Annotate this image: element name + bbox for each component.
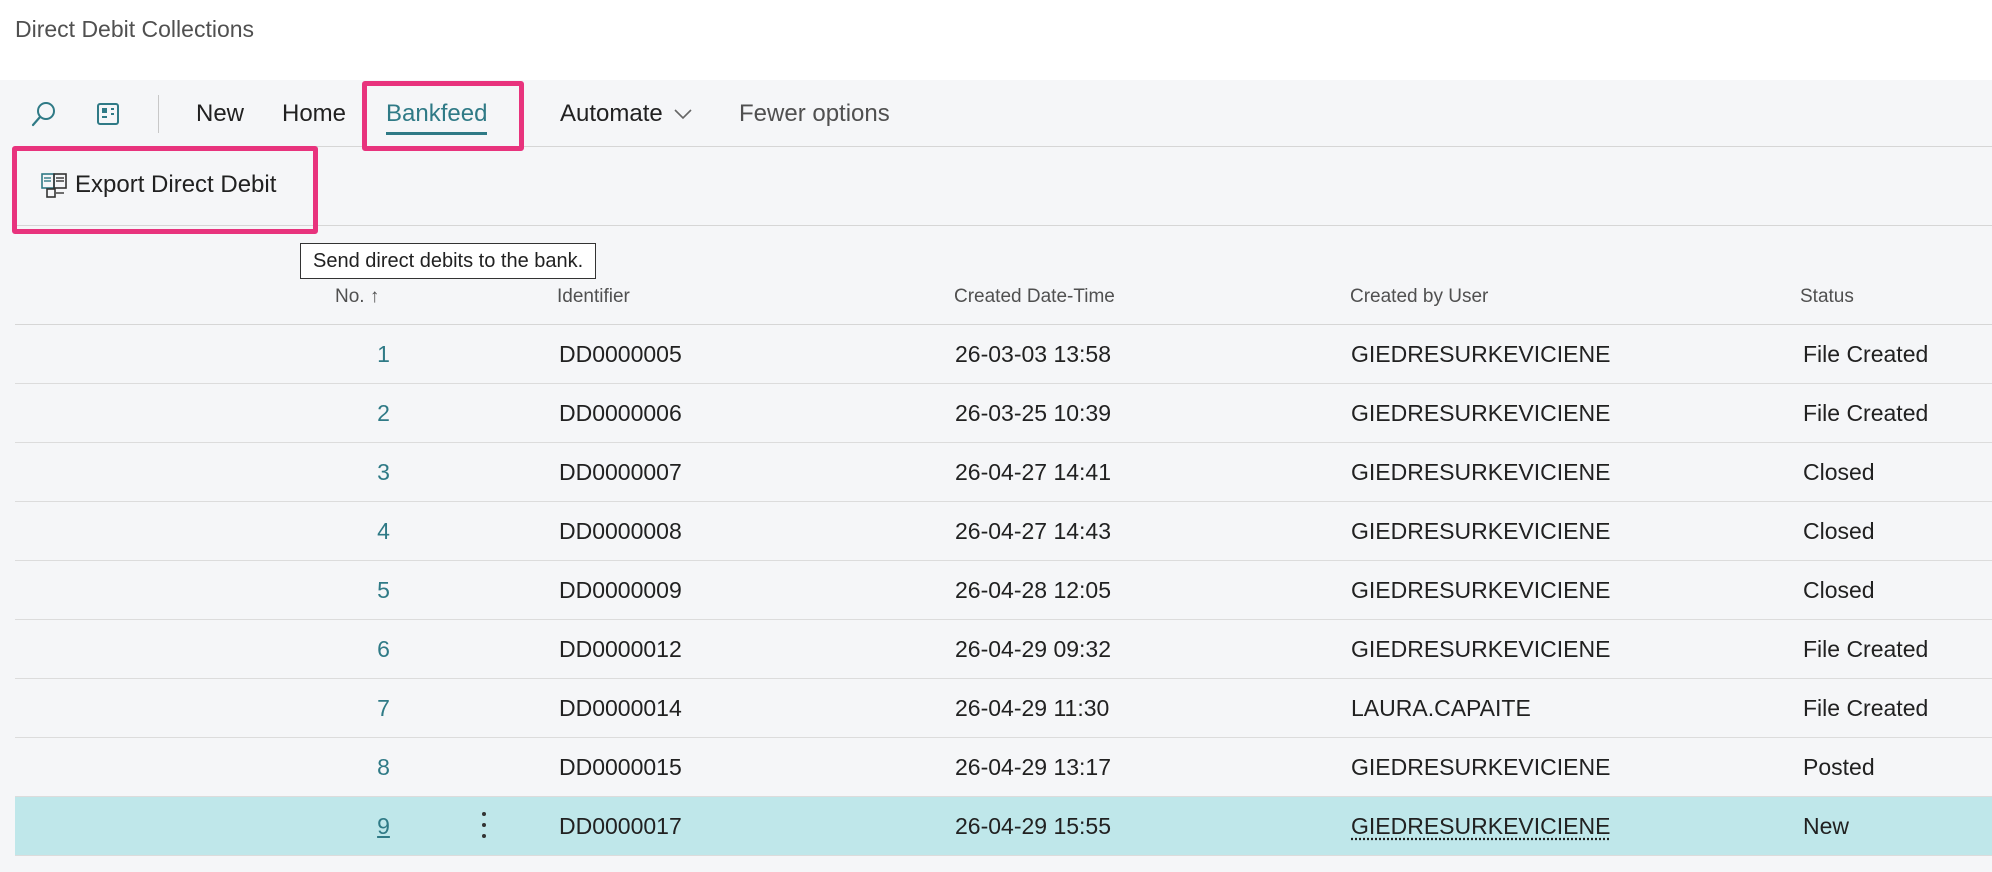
search-icon[interactable] (29, 99, 59, 129)
view-toggle-icon[interactable] (93, 99, 123, 129)
row-identifier: DD0000006 (559, 400, 682, 426)
table-header: No. ↑ Identifier Created Date-Time Creat… (15, 278, 1992, 325)
row-created-date-time: 26-04-29 11:30 (955, 695, 1110, 721)
action-automate[interactable]: Automate (560, 100, 693, 128)
row-identifier: DD0000012 (559, 636, 682, 662)
table-row[interactable]: 5 DD0000009 26-04-28 12:05 GIEDRESURKEVICIE… (15, 561, 1992, 620)
row-created-date-time: 26-04-28 12:05 (955, 577, 1112, 603)
table-row[interactable]: 9 DD0000017 26-04-29 15:55 GIEDRESURKEVICIE… (15, 797, 1992, 856)
row-status: File Created (1803, 695, 1929, 721)
row-number-link[interactable]: 2 (361, 400, 406, 427)
table-row[interactable]: 3 DD0000007 26-04-27 14:41 GIEDRESURKEVICIE… (15, 443, 1992, 502)
action-automate-label: Automate (560, 100, 663, 127)
row-status: File Created (1803, 400, 1929, 426)
row-created-by-user: GIEDRESURKEVICIENE (1351, 400, 1611, 426)
table-row[interactable]: 7 DD0000014 26-04-29 11:30 LAURA.CAPAITE Fil… (15, 679, 1992, 738)
action-bar: New Home Bankfeed Automate Fewer options (15, 80, 1992, 147)
row-number-link[interactable]: 6 (361, 636, 406, 663)
row-created-date-time: 26-04-27 14:43 (955, 518, 1112, 544)
page-title: Direct Debit Collections (15, 16, 255, 42)
row-created-date-time: 26-04-29 15:55 (955, 813, 1112, 839)
table-body: 1 DD0000005 26-03-03 13:58 GIEDRESURKEVICIE… (15, 325, 1992, 856)
row-created-date-time: 26-03-03 13:58 (955, 341, 1112, 367)
column-header-created-by-user[interactable]: Created by User (1350, 286, 1488, 308)
row-created-date-time: 26-04-27 14:41 (955, 459, 1112, 485)
row-number-link[interactable]: 5 (361, 577, 406, 604)
chevron-down-icon (673, 108, 693, 120)
row-status: Closed (1803, 577, 1875, 603)
row-created-by-user: LAURA.CAPAITE (1351, 695, 1531, 721)
export-direct-debit-label: Export Direct Debit (75, 171, 277, 198)
table-row[interactable]: 8 DD0000015 26-04-29 13:17 GIEDRESURKEVICIE… (15, 738, 1992, 797)
table-row[interactable]: 6 DD0000012 26-04-29 09:32 GIEDRESURKEVICIE… (15, 620, 1992, 679)
active-tab-underline (386, 132, 488, 135)
row-number-link[interactable]: 7 (361, 695, 406, 722)
row-identifier: DD0000005 (559, 341, 682, 367)
row-created-by-user: GIEDRESURKEVICIENE (1351, 518, 1611, 544)
row-created-date-time: 26-03-25 10:39 (955, 400, 1112, 426)
export-direct-debit-button[interactable]: Export Direct Debit (39, 167, 276, 203)
row-status: Closed (1803, 518, 1875, 544)
action-new[interactable]: New (196, 100, 244, 128)
row-status: File Created (1803, 341, 1929, 367)
row-identifier: DD0000014 (559, 695, 682, 721)
column-header-no[interactable]: No. ↑ (335, 286, 379, 308)
row-created-by-user: GIEDRESURKEVICIENE (1351, 341, 1611, 367)
action-fewer-options[interactable]: Fewer options (739, 100, 890, 128)
toolbar-divider (158, 95, 159, 133)
action-home[interactable]: Home (282, 100, 346, 128)
row-number-link[interactable]: 9 (361, 813, 406, 840)
row-number-link[interactable]: 3 (361, 459, 406, 486)
row-created-by-user: GIEDRESURKEVICIENE (1351, 754, 1611, 780)
row-status: New (1803, 813, 1850, 839)
table-row[interactable]: 1 DD0000005 26-03-03 13:58 GIEDRESURKEVICIE… (15, 325, 1992, 384)
column-header-identifier[interactable]: Identifier (557, 286, 630, 308)
row-status: Closed (1803, 459, 1875, 485)
row-created-by-user: GIEDRESURKEVICIENE (1351, 636, 1611, 662)
tab-bankfeed[interactable]: Bankfeed (386, 100, 488, 135)
row-created-date-time: 26-04-29 09:32 (955, 636, 1112, 662)
export-document-icon (39, 170, 75, 200)
row-number-link[interactable]: 1 (361, 341, 406, 368)
row-created-by-user: GIEDRESURKEVICIENE (1351, 577, 1611, 603)
tab-bankfeed-label: Bankfeed (386, 100, 488, 127)
row-created-date-time: 26-04-29 13:17 (955, 754, 1112, 780)
row-status: File Created (1803, 636, 1929, 662)
row-number-link[interactable]: 4 (361, 518, 406, 545)
row-created-by-user: GIEDRESURKEVICIENE (1351, 459, 1611, 485)
column-header-status[interactable]: Status (1800, 286, 1854, 308)
row-identifier: DD0000007 (559, 459, 682, 485)
column-header-created-date-time[interactable]: Created Date-Time (954, 286, 1115, 308)
export-tooltip: Send direct debits to the bank. (300, 243, 597, 279)
row-identifier: DD0000009 (559, 577, 682, 603)
table-row[interactable]: 2 DD0000006 26-03-25 10:39 GIEDRESURKEVICIE… (15, 384, 1992, 443)
promoted-actions-row: Export Direct Debit (15, 147, 1992, 226)
table-row[interactable]: 4 DD0000008 26-04-27 14:43 GIEDRESURKEVICIE… (15, 502, 1992, 561)
row-identifier: DD0000017 (559, 813, 682, 839)
row-identifier: DD0000015 (559, 754, 682, 780)
row-identifier: DD0000008 (559, 518, 682, 544)
row-number-link[interactable]: 8 (361, 754, 406, 781)
row-created-by-user: GIEDRESURKEVICIENE (1351, 813, 1611, 839)
row-status: Posted (1803, 754, 1875, 780)
row-menu-icon[interactable] (477, 809, 491, 841)
direct-debit-table: No. ↑ Identifier Created Date-Time Creat… (15, 278, 1992, 856)
